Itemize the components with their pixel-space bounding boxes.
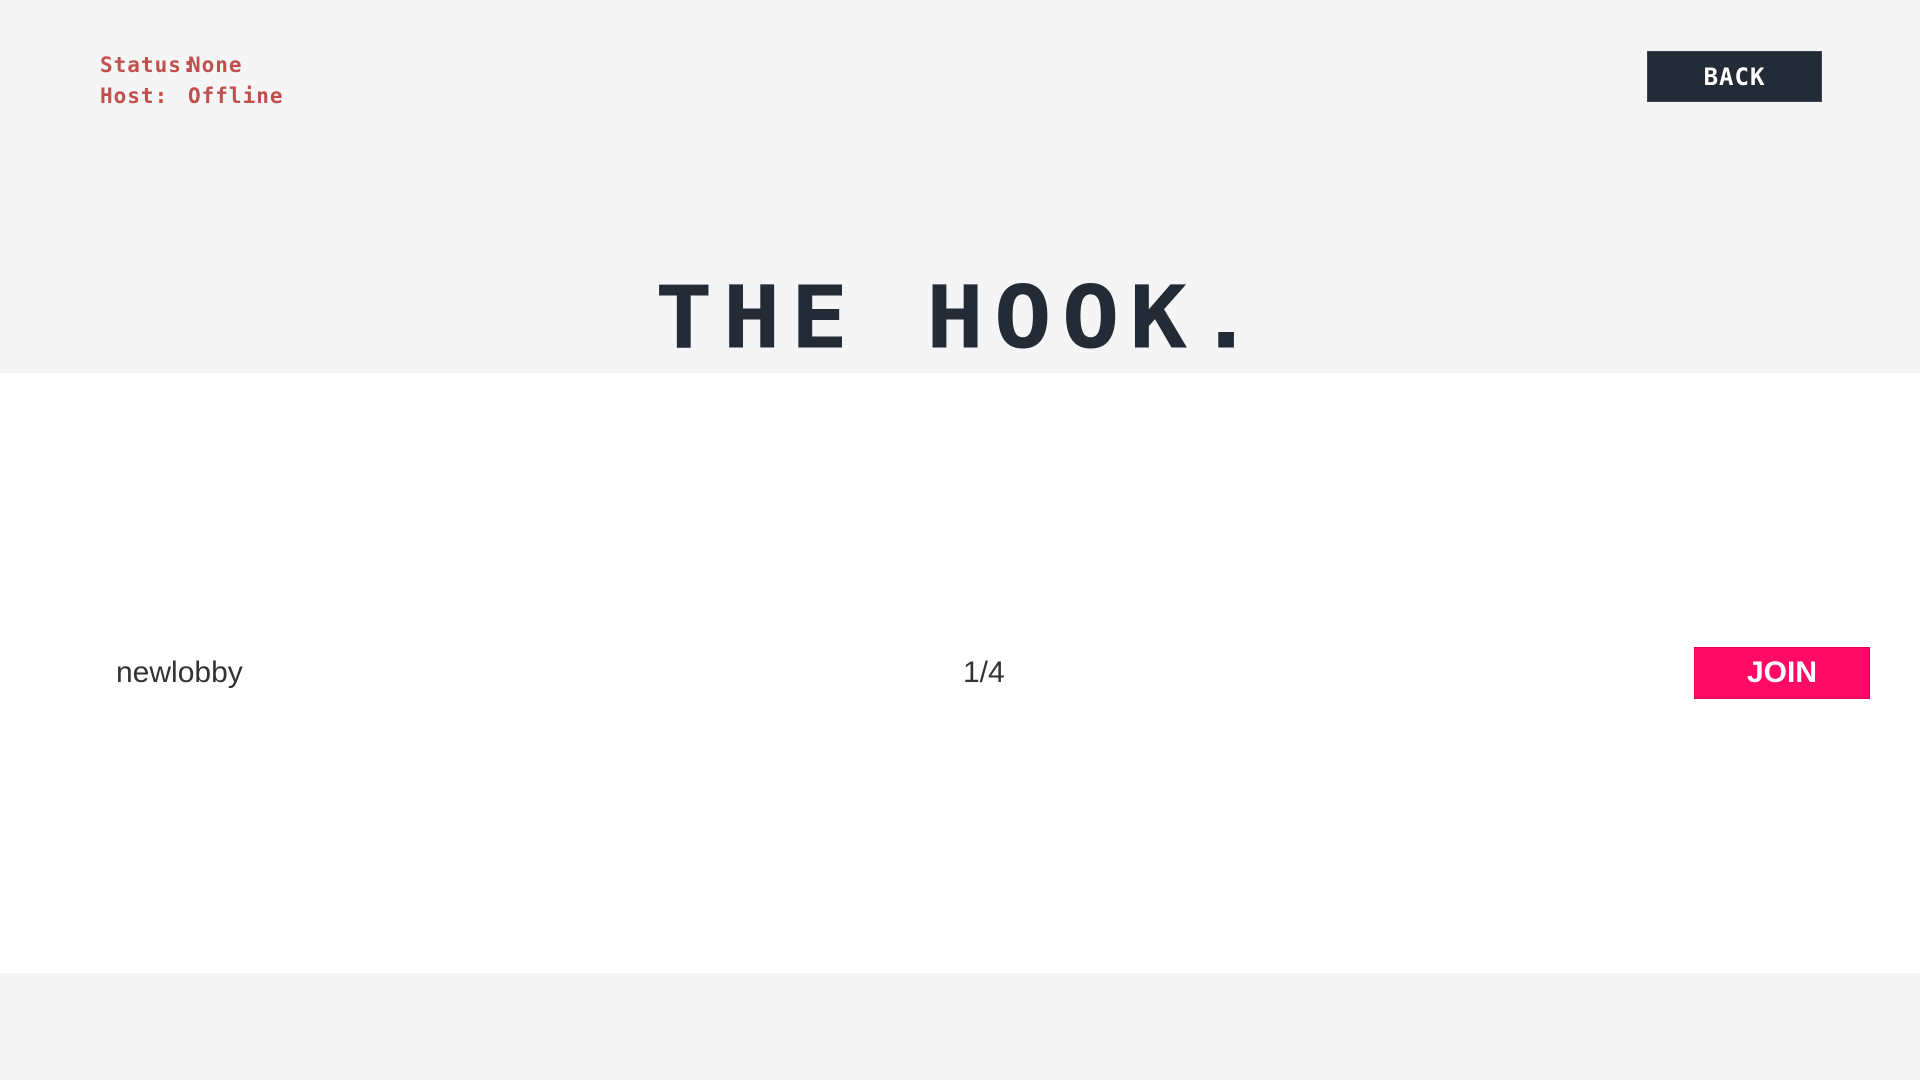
game-title: THE HOOK. bbox=[654, 267, 1266, 369]
lobby-list: newlobby 1/4 JOIN bbox=[0, 373, 1920, 973]
lobby-name: newlobby bbox=[116, 656, 243, 689]
join-button[interactable]: JOIN bbox=[1694, 647, 1870, 699]
back-button[interactable]: BACK bbox=[1647, 51, 1822, 102]
status-label: Status: bbox=[100, 53, 196, 77]
status-row: Status: None bbox=[100, 50, 284, 81]
lobby-player-count: 1/4 bbox=[963, 656, 1005, 689]
connection-status: Status: None Host: Offline bbox=[100, 50, 284, 112]
host-label: Host: bbox=[100, 84, 169, 108]
lobby-row: newlobby 1/4 JOIN bbox=[0, 647, 1920, 699]
host-row: Host: Offline bbox=[100, 81, 284, 112]
host-value: Offline bbox=[188, 84, 284, 108]
status-value: None bbox=[188, 53, 243, 77]
